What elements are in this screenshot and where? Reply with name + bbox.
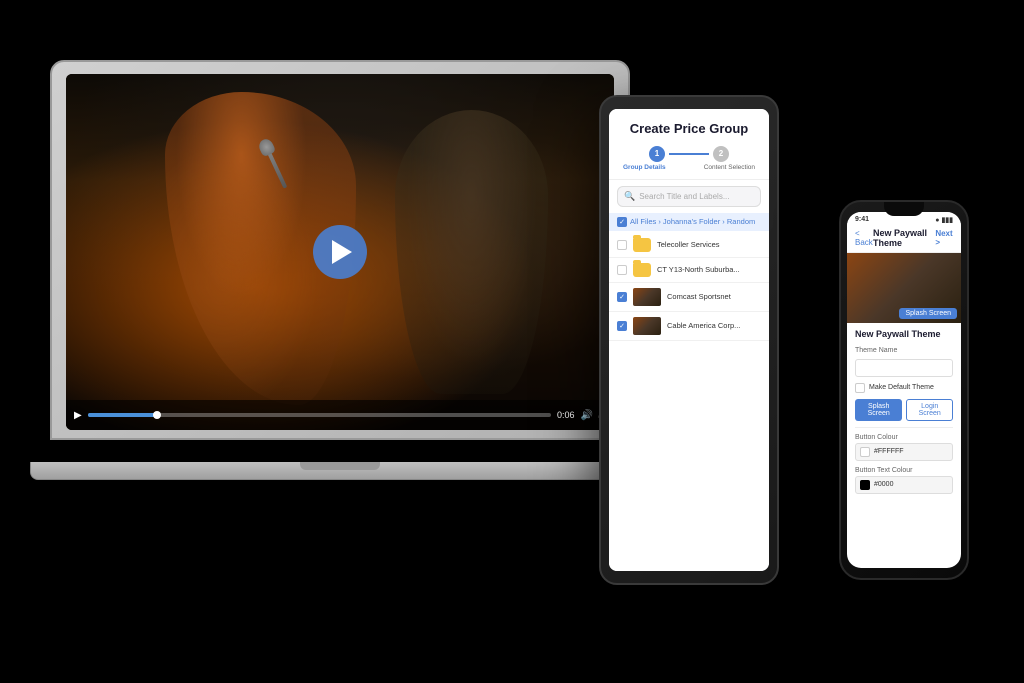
next-button[interactable]: Next >	[935, 229, 953, 247]
progress-bar[interactable]	[88, 413, 551, 417]
video-play-icon[interactable]: ▶	[74, 410, 82, 421]
progress-fill	[88, 413, 157, 417]
phone-screen: 9:41 ● ▮▮▮ < Back New Paywall Theme Next…	[847, 212, 961, 568]
table-row[interactable]: Comcast Sportsnet	[609, 283, 769, 312]
status-icons: ● ▮▮▮	[935, 216, 953, 224]
file-name-1: Telecoller Services	[657, 240, 761, 249]
default-theme-label: Make Default Theme	[869, 384, 934, 391]
button-text-colour-value: #0000	[874, 481, 893, 488]
breadcrumb-checkbox[interactable]: ✓	[617, 217, 627, 227]
time-display: 0:06	[557, 410, 575, 420]
breadcrumb-text: All Files › Johanna's Folder › Random	[630, 217, 755, 226]
step-1-label: Group Details	[623, 164, 666, 171]
tablet-title: Create Price Group	[619, 121, 759, 138]
theme-name-input[interactable]	[855, 359, 953, 377]
breadcrumb-row: ✓ All Files › Johanna's Folder › Random	[609, 213, 769, 231]
theme-name-field: Theme Name	[855, 347, 953, 377]
default-theme-checkbox[interactable]	[855, 383, 865, 393]
button-colour-value: #FFFFFF	[874, 448, 904, 455]
scene: ▶ 0:06 🔊 ⛶ Creat	[0, 0, 1024, 683]
tablet-content: Create Price Group 1 2 Group Details Con…	[609, 109, 769, 571]
step-2-circle: 2	[713, 146, 729, 162]
button-colour-field: Button Colour #FFFFFF	[855, 434, 953, 461]
theme-name-label: Theme Name	[855, 347, 953, 354]
screen-type-buttons: Splash Screen Login Screen	[855, 399, 953, 421]
phone-form: New Paywall Theme Theme Name Make Defaul…	[847, 323, 961, 568]
laptop-base	[30, 462, 650, 480]
search-icon: 🔍	[624, 191, 635, 202]
search-placeholder: Search Title and Labels...	[639, 192, 729, 201]
form-divider	[855, 427, 953, 428]
table-row[interactable]: Telecoller Services	[609, 233, 769, 258]
step-labels: Group Details Content Selection	[619, 162, 759, 171]
phone-content: 9:41 ● ▮▮▮ < Back New Paywall Theme Next…	[847, 212, 961, 568]
video-cta[interactable]: Splash Screen	[899, 308, 957, 319]
phone-notch	[884, 202, 924, 216]
tablet-header: Create Price Group 1 2 Group Details Con…	[609, 109, 769, 180]
laptop-screen: ▶ 0:06 🔊 ⛶	[66, 74, 614, 430]
row-checkbox-3[interactable]	[617, 292, 627, 302]
button-text-colour-swatch	[860, 480, 870, 490]
video-thumbnail	[633, 288, 661, 306]
file-name-2: CT Y13-North Suburba...	[657, 265, 761, 274]
laptop: ▶ 0:06 🔊 ⛶	[50, 60, 630, 480]
status-time: 9:41	[855, 216, 869, 224]
file-name-3: Comcast Sportsnet	[667, 292, 761, 301]
row-checkbox-2[interactable]	[617, 265, 627, 275]
button-text-colour-field: Button Text Colour #0000	[855, 467, 953, 494]
video-thumbnail	[633, 317, 661, 335]
button-text-colour-input[interactable]: #0000	[855, 476, 953, 494]
tablet: Create Price Group 1 2 Group Details Con…	[599, 95, 779, 585]
step-line	[669, 153, 709, 155]
button-colour-swatch	[860, 447, 870, 457]
progress-thumb	[153, 411, 161, 419]
play-button[interactable]	[313, 225, 367, 279]
tablet-screen: Create Price Group 1 2 Group Details Con…	[609, 109, 769, 571]
stepper: 1 2	[619, 146, 759, 162]
file-name-4: Cable America Corp...	[667, 321, 761, 330]
button-text-colour-label: Button Text Colour	[855, 467, 953, 474]
tablet-search-bar[interactable]: 🔍 Search Title and Labels...	[617, 186, 761, 207]
button-colour-label: Button Colour	[855, 434, 953, 441]
musician-figure	[395, 110, 548, 395]
table-row[interactable]: CT Y13-North Suburba...	[609, 258, 769, 283]
laptop-body: ▶ 0:06 🔊 ⛶	[50, 60, 630, 440]
row-checkbox-1[interactable]	[617, 240, 627, 250]
phone-header: < Back New Paywall Theme Next >	[847, 226, 961, 253]
check-icon: ✓	[619, 218, 625, 226]
laptop-notch	[300, 462, 380, 470]
volume-icon[interactable]: 🔊	[581, 410, 593, 421]
splash-screen-button[interactable]: Splash Screen	[855, 399, 902, 421]
file-list: Telecoller Services CT Y13-North Suburba…	[609, 233, 769, 341]
phone-video-thumbnail: Splash Screen	[847, 253, 961, 323]
folder-icon	[633, 238, 651, 252]
login-screen-button[interactable]: Login Screen	[906, 399, 953, 421]
form-title: New Paywall Theme	[855, 329, 953, 339]
phone-header-title: New Paywall Theme	[873, 228, 935, 248]
play-icon	[332, 240, 352, 264]
phone: 9:41 ● ▮▮▮ < Back New Paywall Theme Next…	[839, 200, 969, 580]
button-colour-input[interactable]: #FFFFFF	[855, 443, 953, 461]
default-theme-row: Make Default Theme	[855, 383, 953, 393]
step-2-label: Content Selection	[704, 164, 755, 171]
back-button[interactable]: < Back	[855, 229, 873, 247]
folder-icon	[633, 263, 651, 277]
step-1-circle: 1	[649, 146, 665, 162]
table-row[interactable]: Cable America Corp...	[609, 312, 769, 341]
row-checkbox-4[interactable]	[617, 321, 627, 331]
video-controls: ▶ 0:06 🔊 ⛶	[66, 400, 614, 430]
video-frame: ▶ 0:06 🔊 ⛶	[66, 74, 614, 430]
